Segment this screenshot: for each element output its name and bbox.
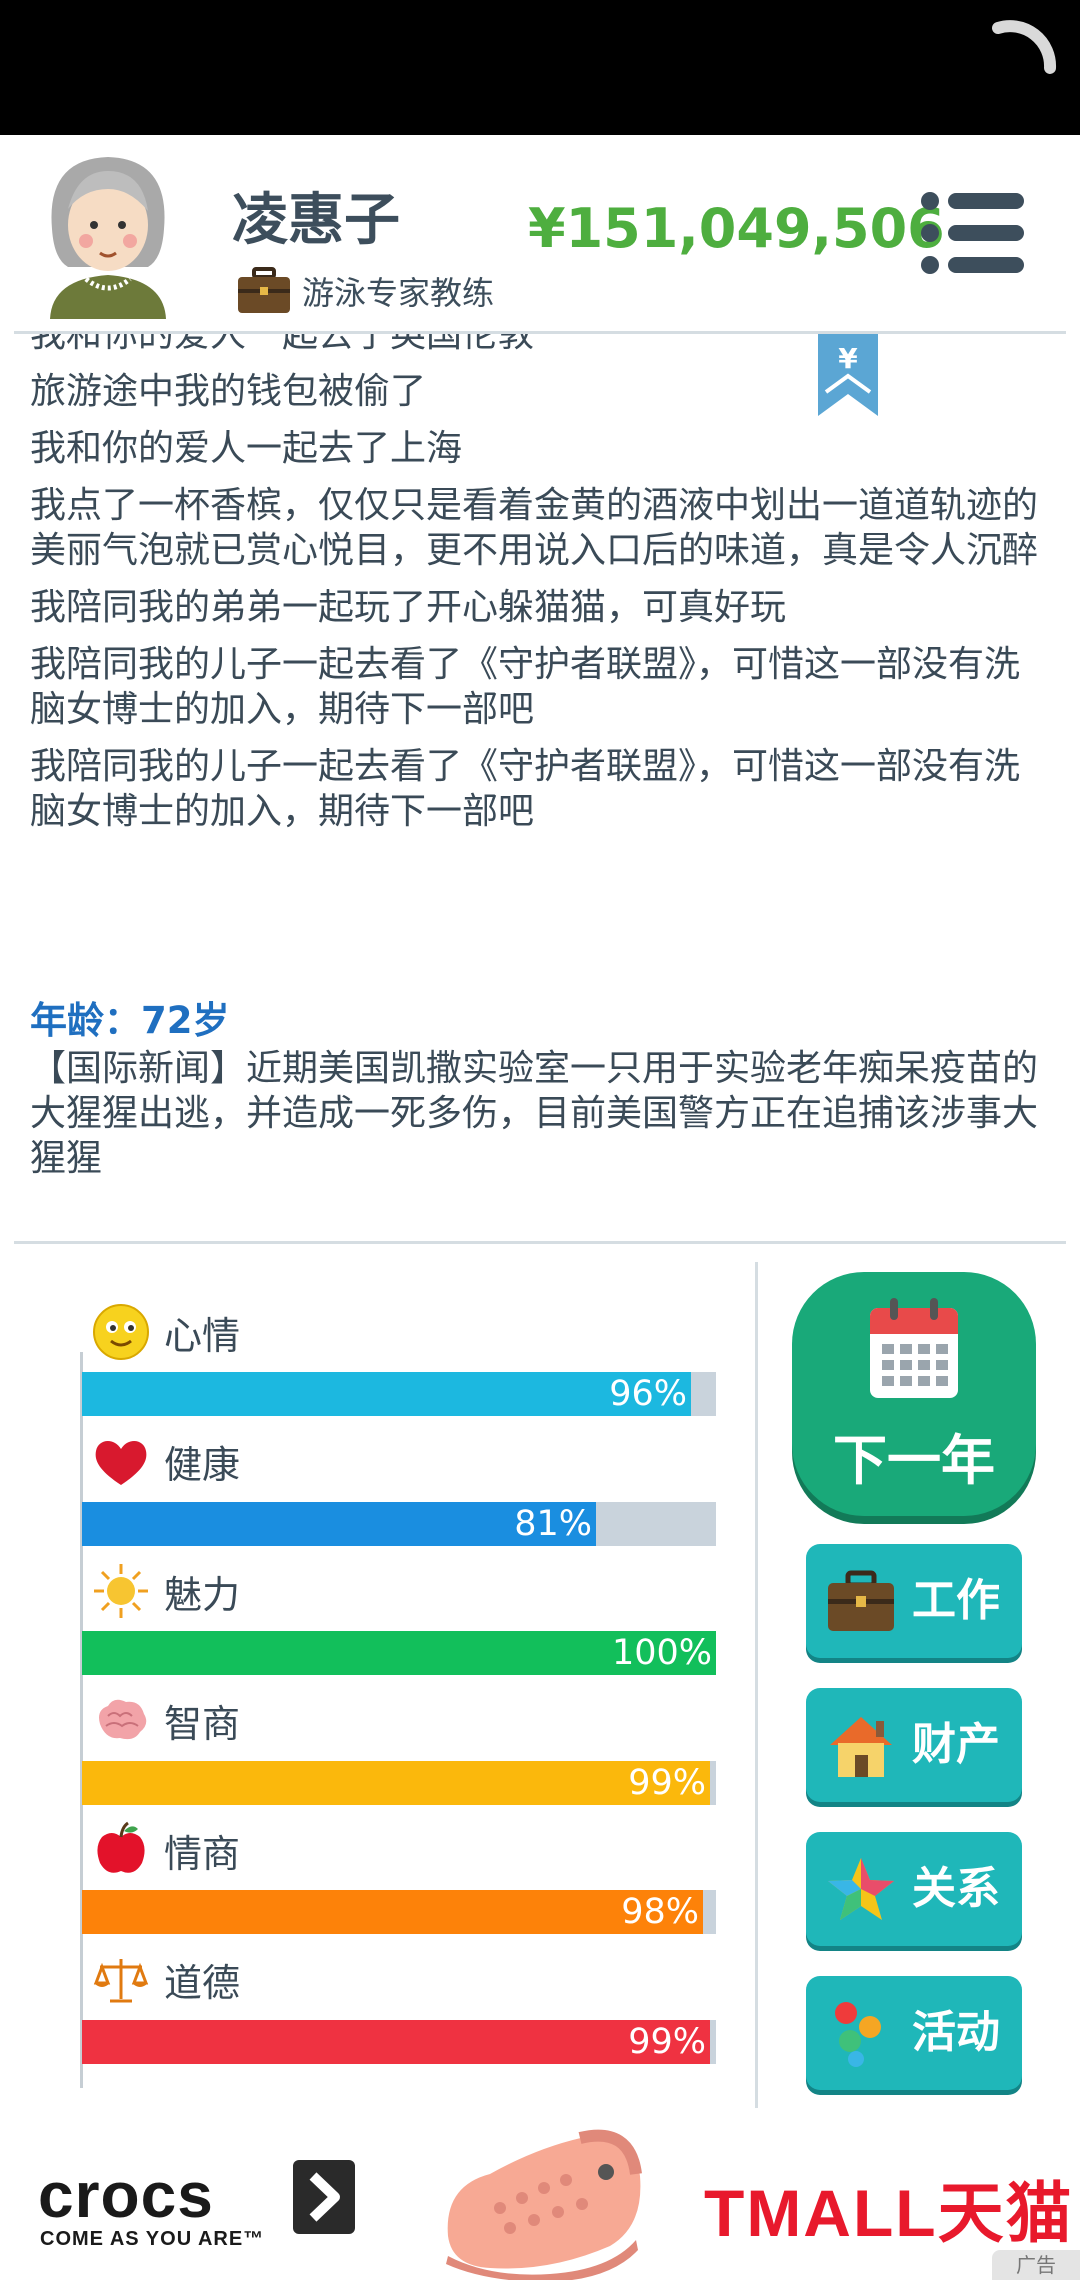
stat-name: 道德: [164, 1961, 241, 2005]
stat-percent: 100%: [611, 1633, 712, 1673]
scales-icon: [93, 1958, 149, 2002]
stat-name: 魅力: [164, 1572, 241, 1617]
stat-bar-track: 81%: [82, 1501, 716, 1546]
ad-store-logo: TMALL天猫: [704, 2176, 1074, 2250]
section-divider: [14, 1241, 1066, 1244]
bookmark-symbol: ¥: [838, 342, 858, 375]
news-text: 【国际新闻】近期美国凯撒实验室一只用于实验老年痴呆疫苗的大猩猩出逃，并造成一死多…: [30, 1048, 1039, 1179]
log-entry: 我陪同我的儿子一起去看了《守护者联盟》，可惜这一部没有洗脑女博士的加入，期待下一…: [30, 644, 1021, 730]
stat-bar-track: 100%: [82, 1631, 716, 1675]
property-button[interactable]: 财产: [806, 1688, 1022, 1802]
job-title: 游泳专家教练: [236, 263, 494, 319]
stat-name: 智商: [164, 1702, 241, 1746]
menu-icon[interactable]: [920, 191, 1026, 275]
age-label: 年龄：72岁: [30, 999, 230, 1042]
log-entry: 我和你的爱人一起去了上海: [30, 428, 463, 469]
stat-bar-track: 96%: [82, 1372, 716, 1416]
stat-label: 心情: [92, 1302, 240, 1362]
stat-bar-track: 99%: [82, 2019, 716, 2064]
loading-spinner-icon: [992, 20, 1057, 74]
ad-tagline: COME AS YOU ARE™: [40, 2228, 265, 2250]
next-year-label: 下一年: [833, 1429, 995, 1492]
stat-bar-track: 99%: [82, 1760, 716, 1805]
job-label: 游泳专家教练: [302, 274, 495, 312]
stat-percent: 99%: [628, 2021, 706, 2062]
stats-axis: [80, 1352, 83, 2088]
avatar: [50, 157, 166, 319]
briefcase-icon: [828, 1570, 894, 1631]
relations-label: 关系: [912, 1863, 1000, 1914]
ad-arrow-icon[interactable]: [293, 2160, 355, 2234]
character-name: 凌惠子: [232, 188, 400, 253]
stat-label: 情商: [92, 1820, 240, 1880]
ad-label: 广告: [992, 2250, 1080, 2280]
activities-label: 活动: [912, 2007, 1000, 2058]
work-label: 工作: [912, 1575, 1000, 1626]
house-icon: [830, 1717, 892, 1777]
heart-icon: [95, 1440, 147, 1485]
stat-bar-fill: [82, 2019, 710, 2064]
relations-button[interactable]: 关系: [806, 1832, 1022, 1946]
profile-header: 凌惠子 游泳专家教练 ¥151,049,506: [0, 135, 1080, 331]
stat-percent: 98%: [621, 1892, 699, 1932]
stat-name: 健康: [164, 1443, 241, 1487]
ad-shoe-image: [446, 2129, 642, 2280]
activities-button[interactable]: 活动: [806, 1976, 1022, 2090]
stat-name: 心情: [164, 1313, 241, 1358]
log-entry: 我和你的爱人一起去了英国伦敦: [30, 334, 535, 355]
brain-icon: [99, 1699, 147, 1739]
panel-divider: [755, 1262, 758, 2108]
stat-bar-fill: [82, 1890, 703, 1934]
sun-icon: [94, 1564, 148, 1618]
smiley-icon: [93, 1304, 149, 1360]
stat-bar-fill: [82, 1760, 710, 1805]
log-entry: 我陪同我的弟弟一起玩了开心躲猫猫，可真好玩: [30, 587, 787, 628]
log-entry: 我陪同我的儿子一起去看了《守护者联盟》，可惜这一部没有洗脑女博士的加入，期待下一…: [30, 746, 1021, 832]
next-year-button[interactable]: 下一年: [792, 1272, 1036, 1516]
stat-percent: 96%: [609, 1374, 687, 1414]
property-label: 财产: [912, 1719, 1000, 1770]
apple-icon: [97, 1821, 145, 1873]
ad-banner[interactable]: crocs COME AS YOU ARE™ TMALL天猫 广告: [0, 2108, 1080, 2280]
work-button[interactable]: 工作: [806, 1544, 1022, 1658]
stat-percent: 99%: [628, 1762, 706, 1803]
log-entry: 我点了一杯香槟，仅仅只是看着金黄的酒液中划出一道道轨迹的美丽气泡就已赏心悦目，更…: [30, 485, 1039, 571]
stat-label: 健康: [92, 1432, 240, 1492]
stat-percent: 81%: [514, 1503, 592, 1544]
stat-label: 智商: [92, 1691, 240, 1751]
stat-bar-track: 98%: [82, 1890, 716, 1934]
star-icon: [828, 1858, 894, 1920]
ad-brand-logo: crocs: [38, 2159, 214, 2231]
stat-label: 道德: [92, 1950, 240, 2010]
briefcase-icon: [238, 267, 290, 313]
money-balance: ¥151,049,506: [528, 197, 945, 260]
log-entry: 旅游途中我的钱包被偷了: [30, 371, 427, 412]
money-bookmark-icon[interactable]: ¥: [818, 334, 878, 416]
calendar-icon: [870, 1298, 958, 1398]
stat-bar-fill: [82, 1372, 691, 1416]
stat-label: 魅力: [92, 1561, 240, 1621]
stat-name: 情商: [164, 1831, 241, 1876]
dots-icon: [835, 2002, 881, 2067]
status-bar: [0, 0, 1080, 135]
event-log[interactable]: 我和你的爱人一起去了英国伦敦旅游途中我的钱包被偷了 我和你的爱人一起去了上海我点了…: [0, 334, 1080, 892]
